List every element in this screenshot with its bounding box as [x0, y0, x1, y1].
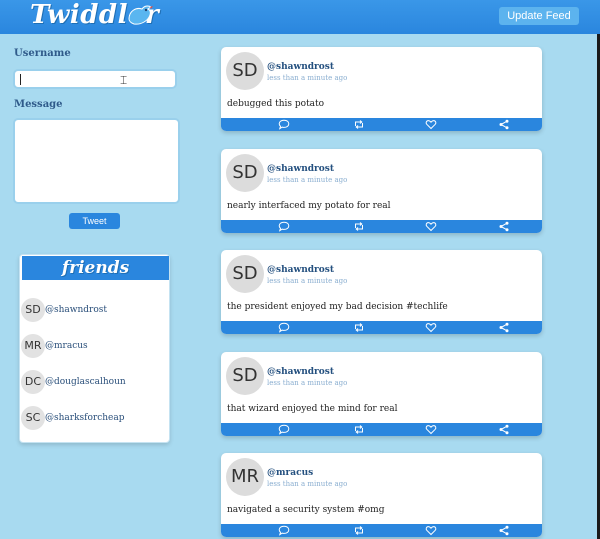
avatar: SD [226, 357, 264, 395]
tweet-action-bar [221, 118, 542, 131]
avatar: MR [21, 334, 45, 358]
heart-icon[interactable] [425, 424, 437, 435]
tweet-message: nearly interfaced my potato for real [227, 201, 391, 211]
retweet-icon[interactable] [353, 221, 365, 232]
comment-icon[interactable] [278, 525, 290, 536]
friend-handle[interactable]: @shawndrost [45, 305, 107, 315]
text-caret [20, 74, 21, 85]
heart-icon[interactable] [425, 525, 437, 536]
avatar: SC [21, 406, 45, 430]
tweet-card: SD @shawndrost less than a minute ago ne… [221, 149, 542, 233]
tweet-action-bar [221, 220, 542, 233]
tweet-action-bar [221, 524, 542, 537]
friend-handle[interactable]: @douglascalhoun [45, 377, 126, 387]
tweet-message: navigated a security system #omg [227, 505, 385, 515]
username-label: Username [14, 48, 71, 59]
tweet-card: SD @shawndrost less than a minute ago th… [221, 250, 542, 334]
tweet-username[interactable]: @shawndrost [267, 164, 334, 174]
tweet-message: debugged this potato [227, 99, 325, 109]
friends-panel: friends SD @shawndrost MR @mracus DC @do… [19, 254, 170, 443]
friend-handle[interactable]: @sharksforcheap [45, 413, 125, 423]
ibeam-cursor-icon: ⌶ [120, 73, 128, 87]
comment-icon[interactable] [278, 424, 290, 435]
share-icon[interactable] [498, 322, 510, 333]
friends-title: friends [22, 256, 169, 280]
heart-icon[interactable] [425, 322, 437, 333]
tweet-card: SD @shawndrost less than a minute ago de… [221, 47, 542, 131]
update-feed-button[interactable]: Update Feed [499, 7, 579, 25]
tweet-message: the president enjoyed my bad decision #t… [227, 302, 448, 312]
avatar: MR [226, 458, 264, 496]
tweet-card: SD @shawndrost less than a minute ago th… [221, 352, 542, 436]
heart-icon[interactable] [425, 119, 437, 130]
tweet-username[interactable]: @shawndrost [267, 62, 334, 72]
heart-icon[interactable] [425, 221, 437, 232]
tweet-timestamp: less than a minute ago [267, 74, 348, 82]
avatar: SD [21, 298, 45, 322]
message-label: Message [14, 99, 63, 110]
retweet-icon[interactable] [353, 525, 365, 536]
tweet-timestamp: less than a minute ago [267, 480, 348, 488]
app-header: Twiddler Update Feed [0, 0, 600, 34]
tweet-username[interactable]: @shawndrost [267, 367, 334, 377]
share-icon[interactable] [498, 221, 510, 232]
retweet-icon[interactable] [353, 322, 365, 333]
share-icon[interactable] [498, 525, 510, 536]
message-textarea[interactable] [13, 118, 180, 204]
tweet-action-bar [221, 321, 542, 334]
retweet-icon[interactable] [353, 424, 365, 435]
tweet-timestamp: less than a minute ago [267, 176, 348, 184]
bird-icon [128, 5, 153, 25]
tweet-timestamp: less than a minute ago [267, 277, 348, 285]
username-input[interactable]: ⌶ [13, 69, 177, 89]
tweet-username[interactable]: @mracus [267, 468, 313, 478]
avatar: SD [226, 52, 264, 90]
tweet-action-bar [221, 423, 542, 436]
share-icon[interactable] [498, 119, 510, 130]
retweet-icon[interactable] [353, 119, 365, 130]
avatar: DC [21, 370, 45, 394]
comment-icon[interactable] [278, 119, 290, 130]
avatar: SD [226, 154, 264, 192]
comment-icon[interactable] [278, 221, 290, 232]
tweet-username[interactable]: @shawndrost [267, 265, 334, 275]
avatar: SD [226, 255, 264, 293]
tweet-timestamp: less than a minute ago [267, 379, 348, 387]
tweet-button[interactable]: Tweet [69, 213, 120, 229]
tweet-message: that wizard enjoyed the mind for real [227, 404, 398, 414]
comment-icon[interactable] [278, 322, 290, 333]
share-icon[interactable] [498, 424, 510, 435]
tweet-card: MR @mracus less than a minute ago naviga… [221, 453, 542, 537]
friend-handle[interactable]: @mracus [45, 341, 88, 351]
